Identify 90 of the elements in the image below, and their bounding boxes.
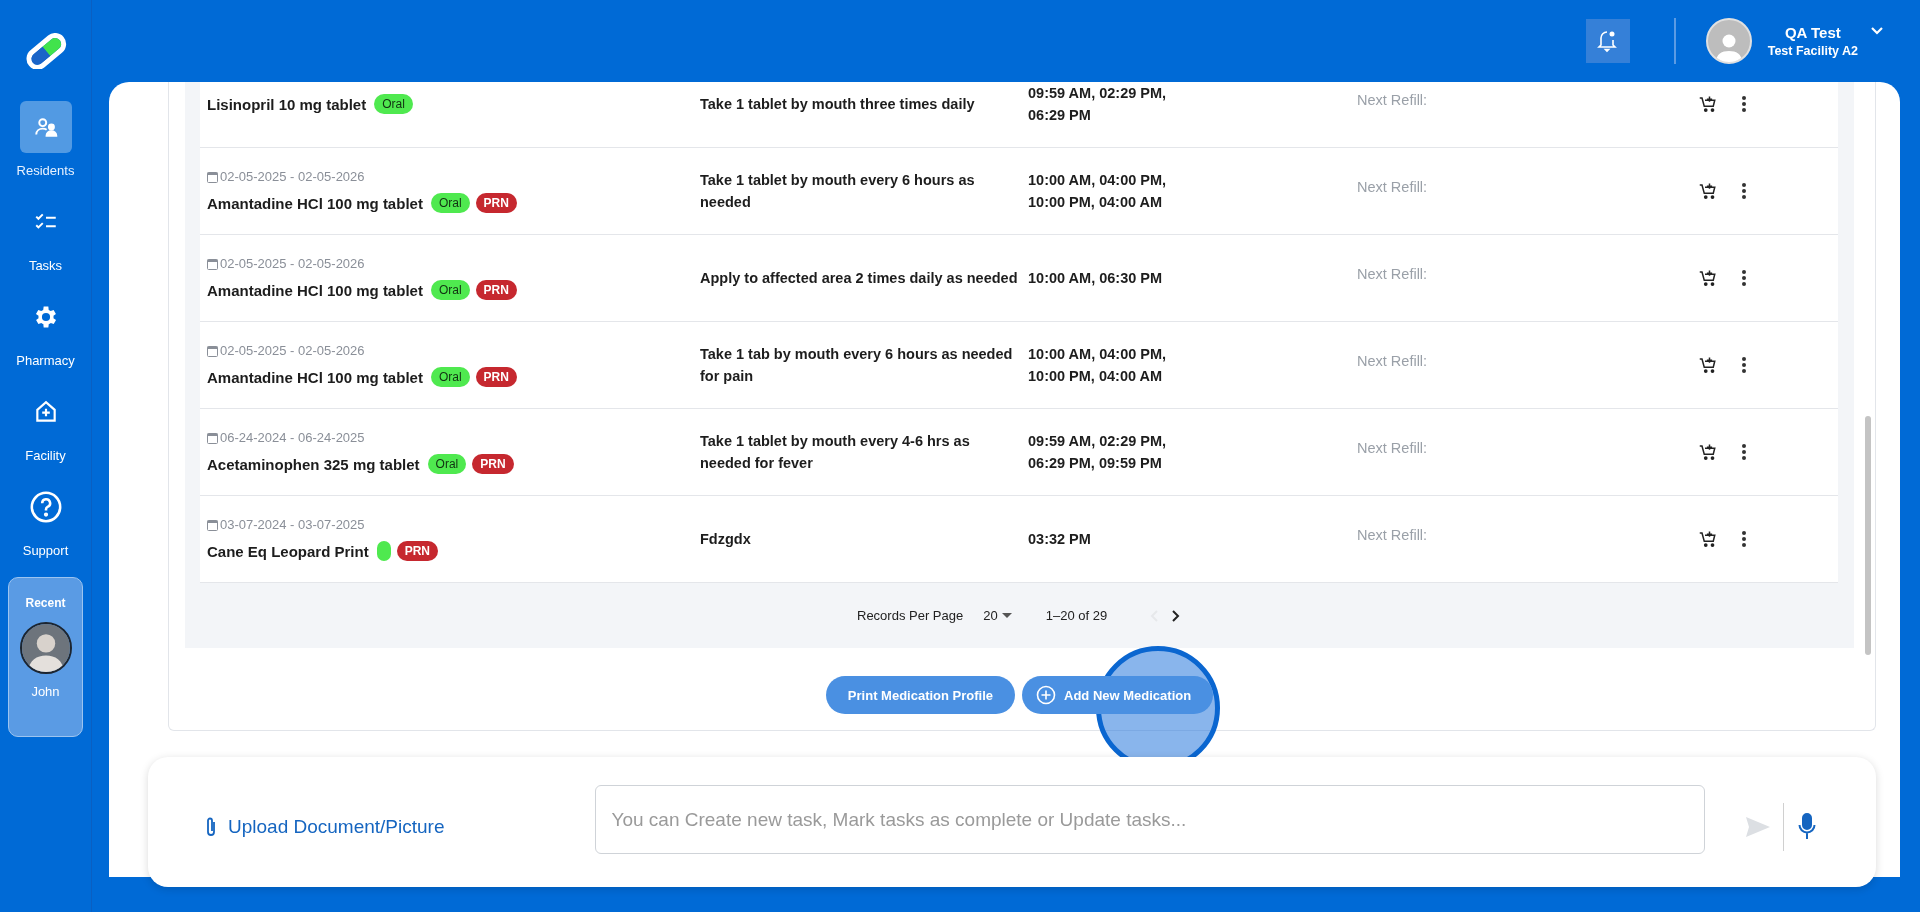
instructions-text: Take 1 tablet by mouth every 6 hours as needed: [700, 171, 976, 212]
add-medication-button[interactable]: Add New Medication: [1022, 676, 1214, 714]
medication-row[interactable]: 03-07-2024 - 03-07-2025 Cane Eq Leopard Print PRN Fdzgdx 03:32 PM Next Refill:: [200, 496, 1838, 583]
records-per-page-label: Records Per Page: [857, 608, 964, 623]
user-name: QA Test: [1784, 24, 1841, 41]
paperclip-icon: [204, 816, 218, 838]
sidebar-item[interactable]: Tasks: [0, 196, 92, 291]
schedule-times: 10:00 AM, 06:30 PM: [1028, 269, 1164, 288]
add-to-cart-icon[interactable]: [1699, 95, 1717, 113]
more-options-icon[interactable]: [1741, 182, 1747, 200]
more-options-icon[interactable]: [1741, 356, 1747, 374]
calendar-icon: [207, 170, 218, 183]
next-refill-label: Next Refill:: [1357, 527, 1429, 543]
add-to-cart-icon[interactable]: [1699, 530, 1717, 548]
date-range: 06-24-2024 - 06-24-2025: [220, 430, 365, 445]
date-range: 02-05-2025 - 02-05-2026: [220, 343, 365, 358]
upload-link[interactable]: Upload Document/Picture: [204, 816, 445, 838]
sidebar-item[interactable]: Residents: [0, 101, 92, 196]
more-options-icon[interactable]: [1741, 530, 1747, 548]
date-range: 03-07-2024 - 03-07-2025: [220, 517, 365, 532]
instructions-text: Take 1 tablet by mouth every 4-6 hrs as needed for fever: [700, 432, 971, 473]
chevron-down-icon[interactable]: [1870, 26, 1884, 36]
sidebar-item[interactable]: Facility: [0, 386, 92, 481]
add-to-cart-icon[interactable]: [1699, 269, 1717, 287]
plus-circle-icon: [1036, 685, 1057, 705]
more-options-icon[interactable]: [1741, 95, 1747, 113]
prn-tag: PRN: [475, 280, 517, 300]
add-to-cart-icon[interactable]: [1699, 356, 1717, 374]
medication-name: Amantadine HCl 100 mg tablet: [207, 194, 423, 212]
next-refill-label: Next Refill:: [1357, 266, 1429, 282]
medication-row[interactable]: 02-05-2025 - 02-05-2026 Amantadine HCl 100 mg tablet Oral PRN Take 1 tablet by mouth every 6 hours as needed 10:00 AM, 04:00 PM, 10:00 PM, 04:00 AM Next Refill:: [200, 148, 1838, 235]
date-range: 02-05-2025 - 02-05-2026: [220, 169, 365, 184]
medication-name: Acetaminophen 325 mg tablet: [207, 455, 420, 473]
medication-name: Amantadine HCl 100 mg tablet: [207, 368, 423, 386]
recent-title: Recent: [25, 596, 66, 610]
add-to-cart-icon[interactable]: [1699, 182, 1717, 200]
date-range: 02-05-2025 - 02-05-2026: [220, 256, 365, 271]
route-tag: Oral: [427, 454, 467, 474]
medication-row[interactable]: Lisinopril 10 mg tablet Oral Take 1 tablet by mouth three times daily 09:59 AM, 02:29 PM, 06:29 PM Next Refill:: [200, 82, 1838, 148]
calendar-icon: [207, 344, 218, 357]
print-profile-button[interactable]: Print Medication Profile: [825, 676, 1016, 714]
calendar-icon: [207, 431, 218, 444]
prn-tag: PRN: [475, 193, 517, 213]
schedule-times: 10:00 AM, 04:00 PM, 10:00 PM, 04:00 AM: [1028, 345, 1168, 386]
calendar-icon: [207, 257, 218, 270]
prn-tag: PRN: [475, 367, 517, 387]
next-refill-label: Next Refill:: [1357, 92, 1429, 108]
notification-button[interactable]: [1585, 19, 1630, 63]
medication-name: Lisinopril 10 mg tablet: [207, 95, 367, 113]
route-tag: Oral: [430, 193, 470, 213]
sidebar-item[interactable]: Support: [0, 481, 92, 576]
caret-down-icon: [1001, 612, 1012, 619]
sidebar-item[interactable]: Pharmacy: [0, 291, 92, 386]
medication-name: Amantadine HCl 100 mg tablet: [207, 281, 423, 299]
instructions-text: Take 1 tablet by mouth three times daily: [700, 95, 976, 114]
route-tag: [376, 541, 391, 561]
instructions-text: Apply to affected area 2 times daily as needed: [700, 269, 1019, 288]
schedule-times: 09:59 AM, 02:29 PM, 06:29 PM, 09:59 PM: [1028, 432, 1168, 473]
next-refill-label: Next Refill:: [1357, 440, 1429, 456]
instructions-text: Fdzgdx: [700, 530, 752, 549]
route-tag: Oral: [430, 280, 470, 300]
route-tag: Oral: [430, 367, 470, 387]
medication-name: Cane Eq Leopard Print: [207, 542, 369, 560]
prn-tag: PRN: [472, 454, 514, 474]
medication-row[interactable]: 02-05-2025 - 02-05-2026 Amantadine HCl 100 mg tablet Oral PRN Apply to affected area 2 times daily as needed 10:00 AM, 06:30 PM Next Refill:: [200, 235, 1838, 322]
next-refill-label: Next Refill:: [1357, 179, 1429, 195]
next-refill-label: Next Refill:: [1357, 353, 1429, 369]
calendar-icon: [207, 518, 218, 531]
route-tag: Oral: [374, 94, 413, 114]
more-options-icon[interactable]: [1741, 269, 1747, 287]
more-options-icon[interactable]: [1741, 443, 1747, 461]
per-page-select[interactable]: 20: [977, 607, 1018, 624]
add-to-cart-icon[interactable]: [1699, 443, 1717, 461]
user-avatar-icon[interactable]: [1705, 18, 1752, 64]
page-range: 1–20 of 29: [1045, 608, 1108, 623]
question-icon: [28, 490, 63, 524]
medication-row[interactable]: 06-24-2024 - 06-24-2025 Acetaminophen 325 mg tablet Oral PRN Take 1 tablet by mouth every 4-6 hrs as needed for fever 09:59 AM, 02:29 PM, 06:29 PM, 09:59 PM Next Refill:: [200, 409, 1838, 496]
schedule-times: 10:00 AM, 04:00 PM, 10:00 PM, 04:00 AM: [1028, 171, 1168, 212]
microphone-icon[interactable]: [1797, 813, 1816, 841]
instructions-text: Take 1 tab by mouth every 6 hours as needed for pain: [700, 345, 1014, 386]
task-input-field[interactable]: You can Create new task, Mark tasks as complete or Update tasks...: [594, 785, 1705, 854]
schedule-times: 03:32 PM: [1028, 530, 1092, 549]
facility-name: Test Facility A2: [1767, 44, 1858, 58]
schedule-times: 09:59 AM, 02:29 PM, 06:29 PM: [1028, 84, 1168, 125]
scrollbar-thumb[interactable]: [1865, 416, 1871, 655]
medication-row[interactable]: 02-05-2025 - 02-05-2026 Amantadine HCl 100 mg tablet Oral PRN Take 1 tab by mouth every 6 hours as needed for pain 10:00 AM, 04:00 PM, 10:00 PM, 04:00 AM Next Refill:: [200, 322, 1838, 409]
next-page-icon[interactable]: [1171, 608, 1182, 623]
avatar-icon[interactable]: [19, 622, 72, 674]
prn-tag: PRN: [396, 541, 439, 561]
bell-icon: [1596, 29, 1619, 53]
